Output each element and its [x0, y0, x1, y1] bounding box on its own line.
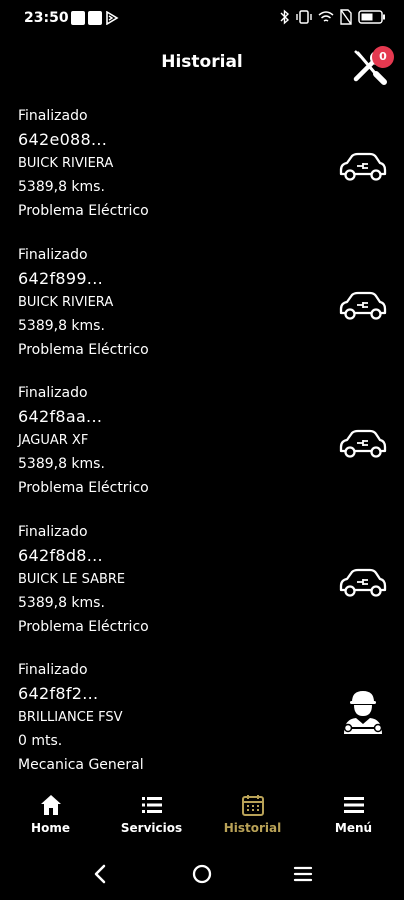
nav-label: Menú	[334, 821, 373, 835]
nav-label: Historial	[223, 821, 282, 835]
bluetooth-icon	[280, 9, 290, 25]
history-status: Finalizado	[18, 246, 88, 263]
history-id: 642f899...	[18, 268, 103, 288]
nav-servicios[interactable]: Servicios	[101, 785, 202, 845]
history-problem: Problema Eléctrico	[18, 480, 149, 496]
nav-home[interactable]: Home	[0, 785, 101, 845]
status-bar: 23:50	[0, 0, 404, 38]
notification-square-icon	[71, 11, 85, 25]
history-problem: Problema Eléctrico	[18, 618, 149, 635]
battery-icon	[358, 10, 385, 24]
history-id: 642f8d8...	[18, 545, 103, 565]
history-vehicle: BRILLIANCE FSV	[18, 710, 123, 725]
history-status: Finalizado	[18, 385, 88, 401]
history-item[interactable]: Finalizado 642f8f2... BRILLIANCE FSV 0 m…	[0, 656, 404, 795]
list-icon	[141, 797, 162, 813]
history-problem: Problema Eléctrico	[18, 341, 149, 358]
car-electric-icon	[339, 291, 387, 320]
history-distance: 0 mts.	[18, 733, 63, 749]
history-vehicle: BUICK LE SABRE	[18, 571, 126, 587]
history-problem: Mecanica General	[18, 757, 144, 773]
notification-icons	[71, 11, 119, 25]
nav-menu[interactable]: Menú	[303, 785, 404, 845]
nav-label: Home	[31, 821, 70, 835]
no-sim-icon	[340, 9, 352, 25]
calendar-icon	[241, 795, 264, 816]
history-item[interactable]: Finalizado 642f8aa... JAGUAR XF 5389,8 k…	[0, 379, 404, 518]
history-distance: 5389,8 kms.	[18, 179, 105, 195]
recents-icon[interactable]	[288, 862, 318, 886]
history-item[interactable]: Finalizado 642e088... BUICK RIVIERA 5389…	[0, 102, 404, 241]
notification-badge: 0	[372, 46, 394, 68]
nav-label: Servicios	[120, 821, 183, 835]
history-distance: 5389,8 kms.	[18, 456, 105, 472]
history-vehicle: BUICK RIVIERA	[18, 156, 114, 171]
history-distance: 5389,8 kms.	[18, 594, 105, 611]
history-status: Finalizado	[18, 662, 88, 678]
history-status: Finalizado	[18, 108, 88, 124]
wifi-icon	[318, 11, 334, 22]
menu-icon	[343, 797, 364, 813]
play-triangle-icon	[106, 11, 119, 25]
history-status: Finalizado	[18, 523, 88, 540]
history-id: 642f8f2...	[18, 684, 99, 703]
vibrate-icon	[296, 10, 312, 24]
history-id: 642f8aa...	[18, 407, 103, 426]
history-distance: 5389,8 kms.	[18, 317, 105, 334]
mechanic-icon	[343, 691, 383, 734]
history-problem: Problema Eléctrico	[18, 203, 149, 219]
history-vehicle: BUICK RIVIERA	[18, 294, 114, 310]
home-circle-icon[interactable]	[187, 862, 217, 886]
app-header: Historial	[0, 38, 404, 88]
status-time: 23:50	[24, 10, 69, 26]
history-id: 642e088...	[18, 130, 108, 149]
home-icon	[40, 795, 61, 815]
history-list: Finalizado 642e088... BUICK RIVIERA 5389…	[0, 102, 404, 795]
history-vehicle: JAGUAR XF	[18, 433, 89, 448]
page-title: Historial	[161, 52, 243, 72]
notification-square-icon	[88, 11, 102, 25]
bottom-nav: Home Servicios Historial Menú	[0, 785, 404, 845]
car-electric-icon	[339, 568, 387, 597]
nav-historial[interactable]: Historial	[202, 785, 303, 845]
history-item[interactable]: Finalizado 642f8d8... BUICK LE SABRE 538…	[0, 518, 404, 657]
back-icon[interactable]	[86, 862, 116, 886]
status-right-icons	[280, 9, 386, 25]
car-electric-icon	[339, 152, 387, 181]
history-item[interactable]: Finalizado 642f899... BUICK RIVIERA 5389…	[0, 241, 404, 380]
car-electric-icon	[339, 429, 387, 458]
system-nav-bar	[0, 848, 404, 900]
